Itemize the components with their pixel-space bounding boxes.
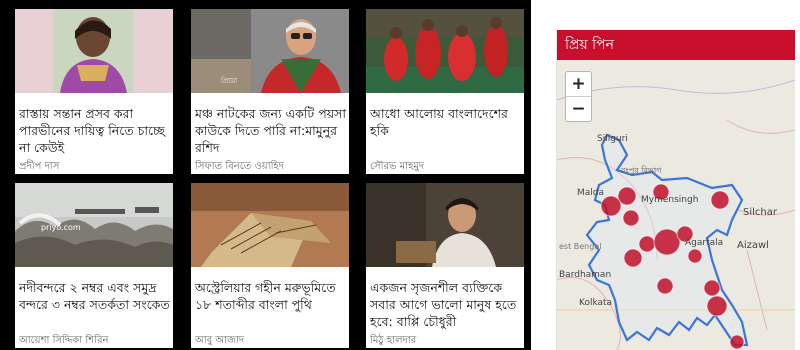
- article-author[interactable]: সৌরভ মাহমুদ: [370, 159, 424, 174]
- zoom-out-button[interactable]: −: [566, 97, 591, 121]
- article-thumbnail[interactable]: priyo.com: [15, 183, 173, 267]
- article-thumbnail[interactable]: [15, 9, 173, 93]
- map-label-siliguri: Siliguri: [597, 134, 628, 144]
- map-view[interactable]: Siliguri রংপুর বিভাগ Malda Mymensingh Si…: [557, 60, 795, 350]
- map-label-kolkata: Kolkata: [579, 298, 613, 308]
- map-label-mymensingh: Mymensingh: [641, 195, 699, 205]
- article-card[interactable]: অস্ট্রেলিয়ার গহীন মরুভূমিতে ১৮ শতাব্দীর…: [191, 183, 349, 348]
- article-grid: রাস্তায় সন্তান প্রসব করা পারভীনের দায়ি…: [0, 0, 531, 350]
- map-label-silchar: Silchar: [743, 207, 777, 218]
- article-author[interactable]: সিফাত বিনতে ওয়াহিদ: [195, 159, 284, 174]
- article-thumbnail[interactable]: [191, 183, 349, 267]
- article-title[interactable]: রাস্তায় সন্তান প্রসব করা পারভীনের দায়ি…: [19, 105, 171, 156]
- map-label-west-bengal: est Bengal: [559, 242, 602, 251]
- article-title[interactable]: নদীবন্দরে ২ নম্বর এবং সমুদ্র বন্দরে ৩ নম…: [19, 279, 171, 313]
- article-thumbnail[interactable]: [366, 9, 524, 93]
- thumbnail-watermark: priyo.com: [41, 223, 81, 232]
- map-label-rangpur: রংপুর বিভাগ: [621, 166, 662, 175]
- article-thumbnail[interactable]: [366, 183, 524, 267]
- article-title[interactable]: একজন সৃজনশীল ব্যক্তিকে সবার আগে ভালো মান…: [370, 279, 522, 330]
- article-author[interactable]: আয়েশা সিদ্দিকা শিরিন: [19, 333, 108, 348]
- article-author[interactable]: প্রদীপ দাস: [19, 159, 59, 174]
- article-card[interactable]: আধো আলোয় বাংলাদেশের হকি সৌরভ মাহমুদ: [366, 9, 524, 174]
- article-title[interactable]: অস্ট্রেলিয়ার গহীন মরুভূমিতে ১৮ শতাব্দীর…: [195, 279, 347, 313]
- article-card[interactable]: প্রিয়ো মঞ্চ নাটকের জন্য একটি পয়সা কাউক…: [191, 9, 349, 174]
- article-card[interactable]: রাস্তায় সন্তান প্রসব করা পারভীনের দায়ি…: [15, 9, 173, 174]
- thumbnail-watermark: প্রিয়ো: [221, 77, 238, 85]
- map-label-malda: Malda: [577, 188, 605, 198]
- map-label-bardhaman: Bardhaman: [559, 270, 612, 280]
- map-zoom-control: + −: [565, 71, 592, 122]
- map-label-aizawl: Aizawl: [737, 240, 769, 251]
- map-label-agartala: Agartala: [685, 238, 724, 248]
- map-widget-title: প্রিয় পিন: [557, 30, 795, 60]
- article-title[interactable]: আধো আলোয় বাংলাদেশের হকি: [370, 105, 522, 139]
- article-thumbnail[interactable]: প্রিয়ো: [191, 9, 349, 93]
- article-card[interactable]: priyo.com নদীবন্দরে ২ নম্বর এবং সমুদ্র ব…: [15, 183, 173, 348]
- article-card[interactable]: একজন সৃজনশীল ব্যক্তিকে সবার আগে ভালো মান…: [366, 183, 524, 348]
- pins-map-widget: প্রিয় পিন Siliguri রংপুর বিভাগ Malda My…: [556, 30, 795, 350]
- article-title[interactable]: মঞ্চ নাটকের জন্য একটি পয়সা কাউকে দিতে প…: [195, 105, 347, 156]
- article-author[interactable]: মিঠু হালদার: [370, 333, 416, 348]
- zoom-in-button[interactable]: +: [566, 72, 591, 97]
- article-author[interactable]: আবু আজাদ: [195, 333, 244, 348]
